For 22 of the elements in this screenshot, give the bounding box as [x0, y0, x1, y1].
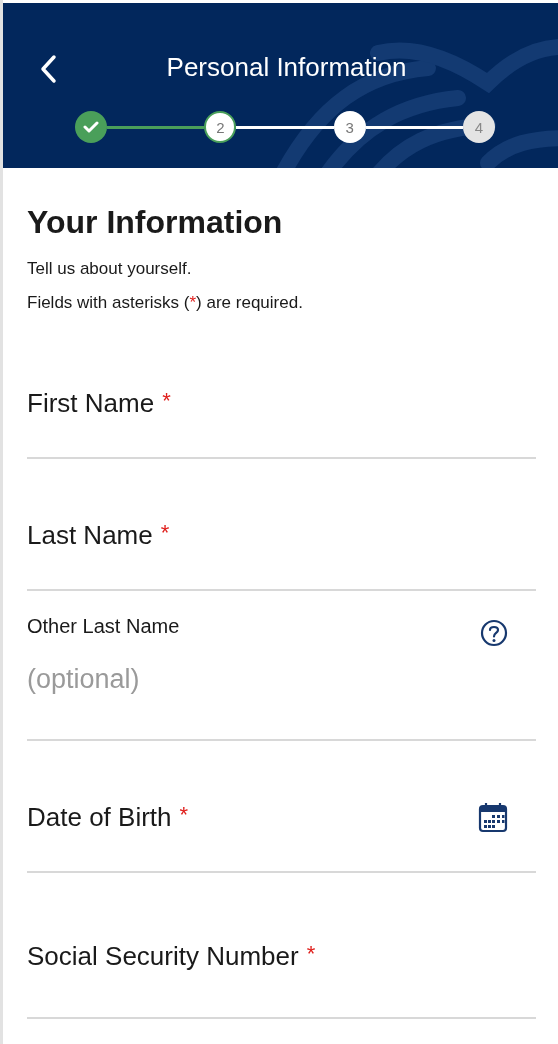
- step-indicator: 2: [204, 111, 237, 143]
- help-icon[interactable]: [480, 619, 508, 647]
- step-indicator: 4: [463, 111, 495, 143]
- step-indicator: 3: [333, 111, 366, 143]
- field-label: Last Name *: [27, 519, 170, 551]
- intro-text: Tell us about yourself.: [27, 259, 193, 279]
- field-label: Social Security Number *: [27, 940, 316, 972]
- field-label: Other Last Name: [27, 615, 180, 638]
- text-field[interactable]: Other Last Name (optional): [27, 591, 536, 741]
- text-field[interactable]: Social Security Number *: [27, 873, 536, 1019]
- text-field[interactable]: Last Name *: [27, 459, 536, 591]
- calendar-icon[interactable]: [478, 801, 508, 833]
- field-label: First Name *: [27, 387, 171, 419]
- back-chevron-icon: [39, 53, 59, 85]
- text-field[interactable]: First Name *: [27, 327, 536, 459]
- screen-title: Personal Information: [165, 51, 407, 83]
- field-label: Date of Birth *: [27, 801, 189, 833]
- back-button[interactable]: [39, 53, 59, 85]
- text-field[interactable]: Date of Birth *: [27, 741, 536, 873]
- section-title: Your Information: [27, 204, 284, 241]
- required-note: Fields with asterisks (*) are required.: [27, 293, 304, 313]
- placeholder-text: (optional): [27, 664, 141, 695]
